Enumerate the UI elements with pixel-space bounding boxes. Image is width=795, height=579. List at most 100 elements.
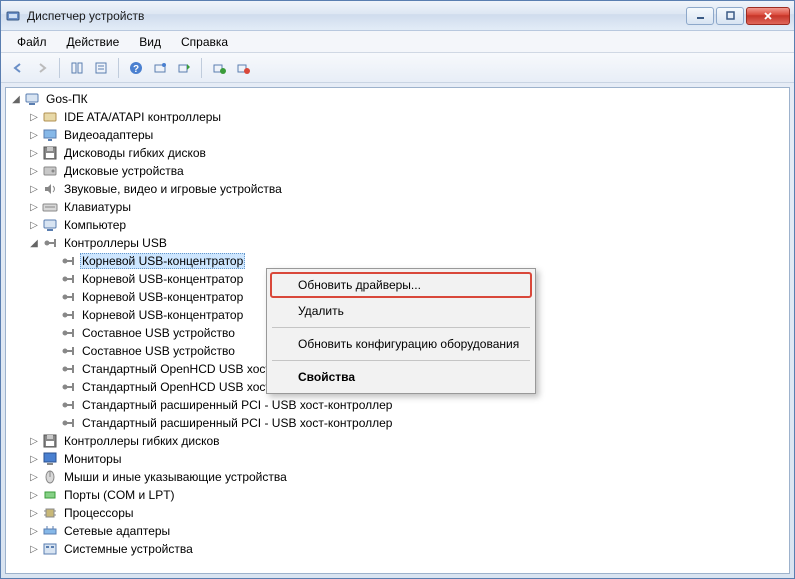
expand-icon[interactable]: ▷ (28, 543, 40, 555)
device-label: Контроллеры USB (62, 236, 169, 250)
device-icon (42, 235, 58, 251)
ctx-separator (272, 327, 530, 328)
tree-root[interactable]: ◢Gos-ПК (6, 90, 789, 108)
expand-icon[interactable]: ▷ (28, 507, 40, 519)
svg-text:?: ? (133, 64, 139, 75)
device-icon (42, 127, 58, 143)
tree-category[interactable]: ▷Мониторы (6, 450, 789, 468)
device-label: Сетевые адаптеры (62, 524, 172, 538)
collapse-icon[interactable]: ◢ (10, 93, 22, 105)
device-label: Дисководы гибких дисков (62, 146, 208, 160)
device-icon (42, 145, 58, 161)
menu-help[interactable]: Справка (173, 33, 236, 51)
context-menu: Обновить драйверы... Удалить Обновить ко… (266, 268, 536, 394)
expand-icon[interactable]: ▷ (28, 435, 40, 447)
close-button[interactable] (746, 7, 790, 25)
expand-icon[interactable]: ▷ (28, 219, 40, 231)
device-label: Контроллеры гибких дисков (62, 434, 222, 448)
device-label: Клавиатуры (62, 200, 133, 214)
menu-action[interactable]: Действие (59, 33, 128, 51)
show-hide-tree-button[interactable] (66, 57, 88, 79)
expand-icon[interactable]: ▷ (28, 111, 40, 123)
window-controls (686, 7, 790, 25)
expand-icon[interactable]: ▷ (28, 471, 40, 483)
disable-button[interactable] (232, 57, 254, 79)
menu-view[interactable]: Вид (131, 33, 169, 51)
expand-icon[interactable]: ▷ (28, 183, 40, 195)
tree-category[interactable]: ▷IDE ATA/ATAPI контроллеры (6, 108, 789, 126)
tree-category[interactable]: ▷ Процессоры (6, 504, 789, 522)
tree-category[interactable]: ▷ Контроллеры гибких дисков (6, 432, 789, 450)
tree-category[interactable]: ▷Видеоадаптеры (6, 126, 789, 144)
ctx-separator (272, 360, 530, 361)
expander-none (46, 399, 58, 411)
expand-icon[interactable]: ▷ (28, 489, 40, 501)
device-icon (60, 253, 76, 269)
properties-button[interactable] (90, 57, 112, 79)
tree-device[interactable]: Стандартный расширенный PCI - USB хост-к… (6, 414, 789, 432)
device-label: Стандартный расширенный PCI - USB хост-к… (80, 416, 394, 430)
ctx-scan-hardware[interactable]: Обновить конфигурацию оборудования (270, 331, 532, 357)
tree-category[interactable]: ◢ Контроллеры USB (6, 234, 789, 252)
ctx-properties[interactable]: Свойства (270, 364, 532, 390)
help-button[interactable]: ? (125, 57, 147, 79)
device-icon (60, 379, 76, 395)
expander-none (46, 291, 58, 303)
device-icon (42, 487, 58, 503)
device-label: Составное USB устройство (80, 344, 237, 358)
device-icon (60, 361, 76, 377)
tree-category[interactable]: ▷Компьютер (6, 216, 789, 234)
toolbar-separator (59, 58, 60, 78)
device-icon (42, 505, 58, 521)
ctx-delete[interactable]: Удалить (270, 298, 532, 324)
device-label: Составное USB устройство (80, 326, 237, 340)
expander-none (46, 255, 58, 267)
back-button[interactable] (7, 57, 29, 79)
menubar: Файл Действие Вид Справка (1, 31, 794, 53)
device-icon (42, 109, 58, 125)
tree-category[interactable]: ▷Звуковые, видео и игровые устройства (6, 180, 789, 198)
minimize-button[interactable] (686, 7, 714, 25)
device-label: Дисковые устройства (62, 164, 186, 178)
device-icon (60, 343, 76, 359)
collapse-icon[interactable]: ◢ (28, 237, 40, 249)
device-icon (60, 415, 76, 431)
expand-icon[interactable]: ▷ (28, 129, 40, 141)
titlebar: Диспетчер устройств (1, 1, 794, 31)
device-label: Системные устройства (62, 542, 195, 556)
tree-category[interactable]: ▷ Дисковые устройства (6, 162, 789, 180)
expand-icon[interactable]: ▷ (28, 165, 40, 177)
tree-category[interactable]: ▷ Мыши и иные указывающие устройства (6, 468, 789, 486)
device-icon (42, 523, 58, 539)
uninstall-button[interactable] (208, 57, 230, 79)
expand-icon[interactable]: ▷ (28, 453, 40, 465)
device-label: Корневой USB-концентратор (80, 253, 245, 269)
tree-category[interactable]: ▷ Дисководы гибких дисков (6, 144, 789, 162)
device-icon (42, 217, 58, 233)
maximize-button[interactable] (716, 7, 744, 25)
device-manager-window: Диспетчер устройств Файл Действие Вид Сп… (0, 0, 795, 579)
app-icon (5, 8, 21, 24)
device-icon (42, 451, 58, 467)
tree-category[interactable]: ▷ Сетевые адаптеры (6, 522, 789, 540)
device-icon (60, 325, 76, 341)
scan-hardware-button[interactable] (149, 57, 171, 79)
tree-category[interactable]: ▷ Клавиатуры (6, 198, 789, 216)
content-area: ◢Gos-ПК▷IDE ATA/ATAPI контроллеры▷Видеоа… (5, 87, 790, 574)
tree-category[interactable]: ▷ Системные устройства (6, 540, 789, 558)
menu-file[interactable]: Файл (9, 33, 55, 51)
expand-icon[interactable]: ▷ (28, 201, 40, 213)
device-icon (42, 469, 58, 485)
expand-icon[interactable]: ▷ (28, 525, 40, 537)
expander-none (46, 345, 58, 357)
device-label: Процессоры (62, 506, 136, 520)
expand-icon[interactable]: ▷ (28, 147, 40, 159)
ctx-update-drivers[interactable]: Обновить драйверы... (270, 272, 532, 298)
device-label: Мыши и иные указывающие устройства (62, 470, 289, 484)
device-icon (42, 541, 58, 557)
update-driver-button[interactable] (173, 57, 195, 79)
tree-device[interactable]: Стандартный расширенный PCI - USB хост-к… (6, 396, 789, 414)
tree-category[interactable]: ▷Порты (COM и LPT) (6, 486, 789, 504)
device-label: Корневой USB-концентратор (80, 290, 245, 304)
forward-button[interactable] (31, 57, 53, 79)
